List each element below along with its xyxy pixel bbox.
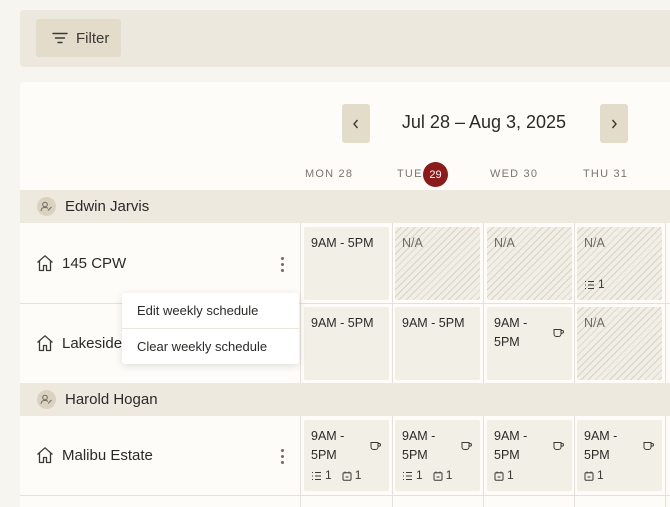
column-divider — [574, 190, 575, 507]
schedule-cell[interactable]: 9AM - 5PM 1 1 — [304, 420, 389, 491]
calendar-icon — [433, 471, 443, 481]
shift-time-start: 9AM - — [311, 429, 345, 443]
location-row-label[interactable]: 145 CPW — [36, 254, 126, 272]
coffee-icon — [461, 438, 472, 457]
shift-time-end: 5PM — [584, 448, 610, 462]
filter-icon — [52, 32, 68, 44]
coffee-icon — [643, 438, 654, 457]
coffee-icon — [553, 438, 564, 457]
row-options-menu: Edit weekly schedule Clear weekly schedu… — [122, 293, 299, 364]
schedule-cell-unavailable[interactable]: N/A 1 — [577, 227, 662, 300]
schedule-cell[interactable]: 9AM - 5PM — [304, 227, 389, 300]
person-icon — [37, 197, 56, 216]
shift-time-end: 5PM — [494, 335, 520, 349]
shift-time: 9AM - 5PM — [311, 236, 374, 250]
shift-status: N/A — [584, 236, 605, 250]
home-icon — [37, 335, 53, 352]
filter-button-label: Filter — [76, 29, 110, 47]
schedule-cell[interactable]: 9AM - 5PM 1 — [487, 420, 572, 491]
cell-meta: 1 — [494, 466, 514, 485]
column-divider — [300, 190, 301, 507]
schedule-cell[interactable]: 9AM - 5PM — [304, 307, 389, 380]
row-options-button[interactable] — [279, 257, 285, 272]
date-range-label: Jul 28 – Aug 3, 2025 — [401, 112, 567, 132]
previous-week-button[interactable] — [342, 104, 370, 143]
schedule-cell-unavailable[interactable]: N/A — [577, 307, 662, 380]
event-count-value: 1 — [445, 468, 453, 482]
group-person-name: Harold Hogan — [65, 391, 158, 408]
column-divider — [665, 190, 666, 507]
shift-time-start: 9AM - — [402, 429, 436, 443]
location-name: Malibu Estate — [62, 446, 153, 464]
day-header-tue: TUE — [397, 168, 423, 180]
column-divider — [483, 190, 484, 507]
shift-time-start: 9AM - — [494, 429, 528, 443]
home-icon — [37, 255, 53, 272]
day-header-thu: THU 31 — [583, 168, 629, 180]
shift-time: 9AM - 5PM — [311, 316, 374, 330]
shift-time-end: 5PM — [494, 448, 520, 462]
event-count: 1 — [433, 466, 453, 485]
event-count-value: 1 — [507, 468, 514, 482]
shift-time-end: 5PM — [311, 448, 337, 462]
schedule-cell[interactable]: 9AM - 5PM 1 — [577, 420, 662, 491]
shift-time-end: 5PM — [402, 448, 428, 462]
row-divider — [20, 303, 670, 304]
group-row: Edwin Jarvis — [20, 190, 670, 223]
today-badge: 29 — [423, 162, 448, 187]
shift-status: N/A — [494, 236, 515, 250]
cell-meta: 1 — [584, 466, 604, 485]
cell-meta: 1 1 — [311, 466, 361, 485]
event-count-value: 1 — [354, 468, 362, 482]
clear-weekly-schedule-item[interactable]: Clear weekly schedule — [122, 329, 299, 364]
event-count-value: 1 — [597, 468, 604, 482]
toolbar: Filter — [20, 10, 670, 67]
calendar-icon — [342, 471, 352, 481]
filter-button[interactable]: Filter — [36, 19, 121, 57]
edit-weekly-schedule-item[interactable]: Edit weekly schedule — [122, 293, 299, 328]
row-divider — [20, 495, 670, 496]
calendar-icon — [584, 471, 594, 481]
schedule-cell[interactable]: 9AM - 5PM — [487, 307, 572, 380]
location-row-label[interactable]: Malibu Estate — [36, 446, 153, 464]
group-row: Harold Hogan — [20, 383, 670, 416]
schedule-cell[interactable]: 9AM - 5PM — [395, 307, 480, 380]
column-divider — [392, 190, 393, 507]
coffee-icon — [553, 325, 564, 344]
event-count: 1 — [342, 466, 362, 485]
schedule-cell[interactable]: 9AM - 5PM 1 1 — [395, 420, 480, 491]
shift-status: N/A — [584, 316, 605, 330]
event-count: 1 — [584, 466, 604, 485]
day-header-wed: WED 30 — [490, 168, 539, 180]
calendar-icon — [494, 471, 504, 481]
task-count: 1 — [584, 275, 605, 294]
coffee-icon — [370, 438, 381, 457]
cell-meta: 1 1 — [402, 466, 452, 485]
task-count-value: 1 — [416, 468, 423, 482]
shift-status: N/A — [402, 236, 423, 250]
row-options-button[interactable] — [279, 449, 285, 464]
task-list-icon — [585, 280, 594, 289]
home-icon — [37, 447, 53, 464]
task-count-value: 1 — [325, 468, 332, 482]
shift-time-start: 9AM - — [584, 429, 618, 443]
shift-time-start: 9AM - — [494, 316, 528, 330]
task-count: 1 — [311, 466, 332, 485]
next-week-button[interactable] — [600, 104, 628, 143]
person-icon — [37, 390, 56, 409]
task-count: 1 — [402, 466, 423, 485]
day-header-mon: MON 28 — [305, 168, 354, 180]
task-count-value: 1 — [598, 277, 605, 291]
chevron-right-icon — [611, 119, 617, 128]
chevron-left-icon — [353, 119, 359, 128]
group-person-name: Edwin Jarvis — [65, 198, 150, 215]
location-name: 145 CPW — [62, 254, 127, 272]
shift-time: 9AM - 5PM — [402, 316, 465, 330]
schedule-cell-unavailable[interactable]: N/A — [487, 227, 572, 300]
cell-meta: 1 — [584, 275, 605, 294]
event-count: 1 — [494, 466, 514, 485]
task-list-icon — [403, 471, 412, 480]
task-list-icon — [312, 471, 321, 480]
schedule-cell-unavailable[interactable]: N/A — [395, 227, 480, 300]
